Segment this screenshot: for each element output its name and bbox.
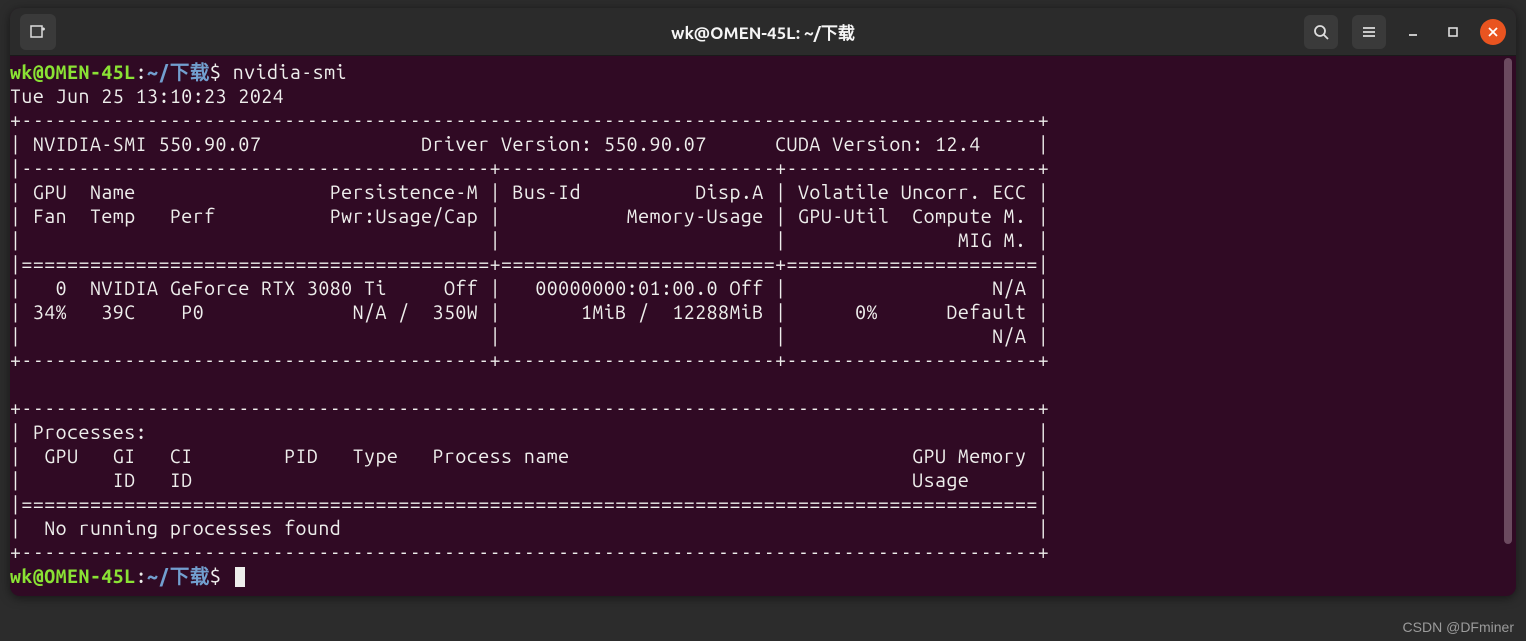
hamburger-icon	[1361, 24, 1377, 40]
prompt-user: wk@OMEN-45L	[10, 565, 136, 587]
search-button[interactable]	[1304, 15, 1338, 49]
minimize-icon	[1407, 26, 1419, 38]
output-timestamp: Tue Jun 25 13:10:23 2024	[10, 85, 284, 107]
output-line: | ID ID Usage |	[10, 469, 1049, 491]
menu-button[interactable]	[1352, 15, 1386, 49]
scrollbar[interactable]	[1502, 56, 1514, 596]
output-line: | Fan Temp Perf Pwr:Usage/Cap | Memory-U…	[10, 205, 1049, 227]
output-line: | | | MIG M. |	[10, 229, 1049, 251]
output-line: | GPU Name Persistence-M | Bus-Id Disp.A…	[10, 181, 1049, 203]
prompt-dollar: $	[210, 565, 221, 587]
output-line: |=======================================…	[10, 253, 1049, 275]
prompt-sep: :	[136, 61, 147, 83]
maximize-icon	[1447, 26, 1459, 38]
terminal-body[interactable]: wk@OMEN-45L:~/下载$ nvidia-smi Tue Jun 25 …	[10, 56, 1516, 596]
maximize-button[interactable]	[1440, 19, 1466, 45]
scrollbar-thumb[interactable]	[1504, 58, 1512, 544]
output-line: | | | N/A |	[10, 325, 1049, 347]
terminal-window: wk@OMEN-45L: ~/下载	[10, 8, 1516, 596]
close-icon	[1487, 26, 1499, 38]
watermark: CSDN @DFminer	[1403, 619, 1514, 635]
output-line: | Processes: |	[10, 421, 1049, 443]
window-title: wk@OMEN-45L: ~/下载	[10, 19, 1516, 44]
output-line: | No running processes found |	[10, 517, 1049, 539]
output-line: +---------------------------------------…	[10, 397, 1049, 419]
prompt-dollar: $	[210, 61, 221, 83]
output-line	[10, 373, 1026, 395]
close-button[interactable]	[1480, 19, 1506, 45]
output-line: +---------------------------------------…	[10, 109, 1049, 131]
prompt-sep: :	[136, 565, 147, 587]
minimize-button[interactable]	[1400, 19, 1426, 45]
prompt-user: wk@OMEN-45L	[10, 61, 136, 83]
prompt-path: ~/下载	[147, 61, 210, 83]
output-line: |---------------------------------------…	[10, 157, 1049, 179]
output-line: | NVIDIA-SMI 550.90.07 Driver Version: 5…	[10, 133, 1049, 155]
output-line: +---------------------------------------…	[10, 349, 1049, 371]
titlebar: wk@OMEN-45L: ~/下载	[10, 8, 1516, 56]
output-line: | 34% 39C P0 N/A / 350W | 1MiB / 12288Mi…	[10, 301, 1049, 323]
output-line: | GPU GI CI PID Type Process name GPU Me…	[10, 445, 1049, 467]
output-line: +---------------------------------------…	[10, 541, 1049, 563]
search-icon	[1313, 24, 1329, 40]
command-text: nvidia-smi	[233, 61, 347, 83]
cursor	[235, 567, 245, 587]
output-line: | 0 NVIDIA GeForce RTX 3080 Ti Off | 000…	[10, 277, 1049, 299]
new-tab-button[interactable]	[20, 14, 56, 50]
output-line: |=======================================…	[10, 493, 1049, 515]
new-tab-icon	[29, 23, 47, 41]
prompt-path: ~/下载	[147, 565, 210, 587]
